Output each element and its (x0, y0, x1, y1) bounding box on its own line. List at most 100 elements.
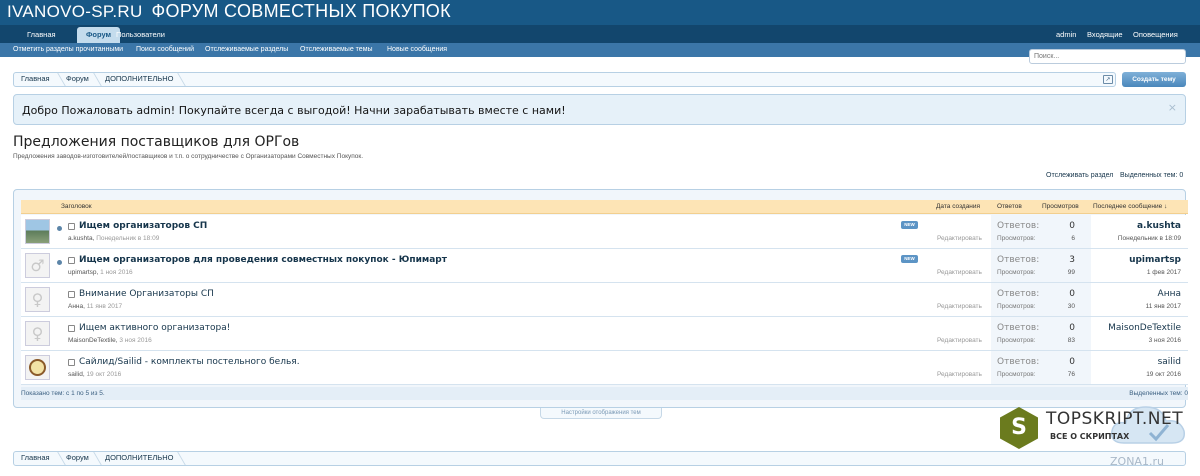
watched-forums-link[interactable]: Отслеживаемые разделы (205, 43, 288, 57)
thread-select-checkbox[interactable] (68, 325, 75, 332)
thread-meta: a.kushta, Понедельник в 18:09 (68, 235, 160, 242)
threads-shown-text: Показано тем: с 1 по 5 из 5. (21, 390, 105, 397)
edit-thread-link[interactable]: Редактировать (937, 235, 982, 242)
selected-threads-link[interactable]: Выделенных тем: 0 (1120, 172, 1183, 179)
male-avatar[interactable]: ♂ (25, 253, 50, 278)
thread-author-link[interactable]: sailid (68, 371, 83, 378)
thread-title-link[interactable]: Сайлид/Sailid - комплекты постельного бе… (79, 357, 300, 367)
zona-brand: ZONA1.ru (1110, 455, 1164, 468)
female-avatar[interactable]: ♀ (25, 287, 50, 312)
main-navbar: Главная Форум Пользователи admin Входящи… (0, 25, 1200, 43)
watch-forum-link[interactable]: Отслеживать раздел (1046, 172, 1113, 179)
views-label: Просмотров: (997, 371, 1036, 378)
thread-select-checkbox[interactable] (68, 359, 75, 366)
last-post-date[interactable]: 11 янв 2017 (1146, 303, 1181, 310)
mark-forums-read-link[interactable]: Отметить разделы прочитанными (13, 43, 123, 57)
create-thread-button[interactable]: Создать тему (1122, 72, 1186, 87)
breadcrumb-forum[interactable]: Форум (66, 73, 89, 86)
replies-label: Ответов: (997, 323, 1040, 333)
thread-title-link[interactable]: Внимание Организаторы СП (79, 289, 214, 299)
watermark: S TOPSKRIPT.NET ВСЕ О СКРИПТАХ ZONA1.ru (988, 393, 1200, 476)
site-logo[interactable]: IVANOVO-SP.RU ФОРУМ СОВМЕСТНЫХ ПОКУПОК (7, 1, 451, 22)
edit-thread-link[interactable]: Редактировать (937, 337, 982, 344)
selected-threads-label: Выделенных тем: (1120, 172, 1178, 179)
last-post-user-link[interactable]: Анна (1158, 289, 1181, 299)
thread-start-date: 19 окт 2016 (86, 371, 122, 378)
thread-stats: Ответов: 0 Просмотров: 83 (991, 317, 1091, 350)
thread-author-link[interactable]: upimartsp (68, 269, 97, 276)
thread-row[interactable]: Ищем организаторов СП a.kushta, Понедельн… (21, 215, 1188, 249)
thread-title-link[interactable]: Ищем активного организатора! (79, 323, 230, 333)
search-posts-link[interactable]: Поиск сообщений (136, 43, 194, 57)
breadcrumb-home[interactable]: Главная (21, 452, 50, 465)
last-post-user-link[interactable]: upimartsp (1129, 255, 1181, 265)
thread-start-date: 1 ноя 2016 (100, 269, 133, 276)
column-replies[interactable]: Ответов (997, 200, 1022, 214)
thread-start-date: 11 янв 2017 (86, 303, 123, 310)
thread-title-link[interactable]: Ищем организаторов СП (79, 221, 207, 231)
last-post-user-link[interactable]: MaisonDeTextile (1108, 323, 1181, 333)
replies-count: 3 (1069, 255, 1075, 265)
thread-stats: Ответов: 0 Просмотров: 76 (991, 351, 1091, 384)
display-settings-tab[interactable]: Настройки отображения тем (540, 408, 662, 419)
watched-threads-link[interactable]: Отслеживаемые темы (300, 43, 373, 57)
thread-row[interactable]: ♀ Ищем активного организатора! MaisonDeTex… (21, 317, 1188, 351)
thread-row[interactable]: ♀ Внимание Организаторы СП Анна, 11 янв 20… (21, 283, 1188, 317)
topskript-letter: S (1011, 415, 1027, 440)
welcome-notice: Добро Пожаловать admin! Покупайте всегда… (13, 94, 1186, 125)
logo-avatar[interactable] (25, 355, 50, 380)
column-title[interactable]: Заголовок (61, 200, 92, 214)
user-account-link[interactable]: admin (1056, 27, 1076, 43)
breadcrumb-current[interactable]: ДОПОЛНИТЕЛЬНО (105, 73, 173, 86)
replies-label: Ответов: (997, 221, 1040, 231)
column-views[interactable]: Просмотров (1042, 200, 1079, 214)
views-label: Просмотров: (997, 303, 1036, 310)
jump-to-icon[interactable]: ↗ (1103, 75, 1113, 84)
views-count: 99 (1067, 269, 1075, 276)
replies-label: Ответов: (997, 255, 1040, 265)
last-post-date[interactable]: Понедельник в 18:09 (1118, 235, 1181, 242)
thread-author-link[interactable]: a.kushta (68, 235, 93, 242)
thread-select-checkbox[interactable] (68, 291, 75, 298)
thread-title-link[interactable]: Ищем организаторов для проведения совмес… (79, 255, 447, 265)
search-input[interactable] (1029, 49, 1186, 64)
new-posts-link[interactable]: Новые сообщения (387, 43, 447, 57)
replies-count: 0 (1069, 323, 1075, 333)
selected-threads-count: 0 (1179, 172, 1184, 179)
breadcrumb-forum[interactable]: Форум (66, 452, 89, 465)
last-post-date[interactable]: 1 фев 2017 (1147, 269, 1181, 276)
tab-members[interactable]: Пользователи (107, 27, 174, 43)
last-post-date[interactable]: 19 окт 2016 (1146, 371, 1181, 378)
sub-navbar: Отметить разделы прочитанными Поиск сооб… (0, 43, 1200, 57)
alerts-link[interactable]: Оповещения (1133, 27, 1178, 43)
photo-avatar[interactable] (25, 219, 50, 244)
tab-home[interactable]: Главная (18, 27, 65, 43)
replies-count: 0 (1069, 221, 1075, 231)
last-post-user-link[interactable]: sailid (1158, 357, 1181, 367)
column-last-post[interactable]: Последнее сообщение ↓ (1093, 200, 1167, 214)
views-count: 76 (1067, 371, 1075, 378)
edit-thread-link[interactable]: Редактировать (937, 269, 982, 276)
thread-row[interactable]: Сайлид/Sailid - комплекты постельного бе… (21, 351, 1188, 385)
inbox-link[interactable]: Входящие (1087, 27, 1123, 43)
last-post-date[interactable]: 3 ноя 2016 (1149, 337, 1181, 344)
breadcrumb-current[interactable]: ДОПОЛНИТЕЛЬНО (105, 452, 173, 465)
thread-author-link[interactable]: Анна (68, 303, 83, 310)
thread-meta: Анна, 11 янв 2017 (68, 303, 123, 310)
female-avatar[interactable]: ♀ (25, 321, 50, 346)
page-title: Предложения поставщиков для ОРГов (13, 134, 300, 150)
last-post-user-link[interactable]: a.kushta (1137, 221, 1181, 231)
views-count: 6 (1071, 235, 1075, 242)
edit-thread-link[interactable]: Редактировать (937, 371, 982, 378)
thread-select-checkbox[interactable] (68, 257, 75, 264)
forum-description: Предложения заводов-изготовителей/постав… (13, 153, 364, 160)
unread-indicator-icon (57, 226, 62, 231)
edit-thread-link[interactable]: Редактировать (937, 303, 982, 310)
thread-row[interactable]: ♂ Ищем организаторов для проведения совме… (21, 249, 1188, 283)
replies-count: 0 (1069, 357, 1075, 367)
column-created[interactable]: Дата создания (936, 200, 980, 214)
close-icon[interactable]: × (1168, 101, 1177, 114)
breadcrumb-home[interactable]: Главная (21, 73, 50, 86)
thread-author-link[interactable]: MaisonDeTextile (68, 337, 116, 344)
thread-select-checkbox[interactable] (68, 223, 75, 230)
